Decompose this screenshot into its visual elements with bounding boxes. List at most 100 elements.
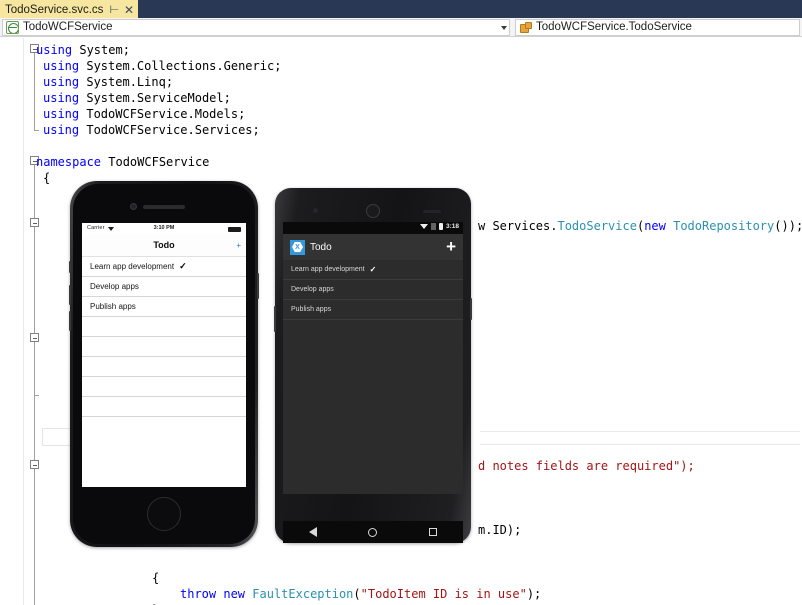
code-line: m.ID);: [478, 522, 521, 538]
list-item[interactable]: Publish apps: [82, 297, 246, 317]
pin-icon[interactable]: ⊢: [109, 1, 119, 19]
member-dropdown[interactable]: TodoWCFService.TodoService: [515, 19, 800, 36]
code-token: namespace: [36, 155, 108, 169]
recents-square-icon[interactable]: [429, 528, 437, 536]
code-token: throw: [180, 587, 223, 601]
home-circle-icon[interactable]: [368, 528, 377, 537]
code-line: using TodoWCFService.Services;: [43, 122, 260, 138]
tab-label: TodoService.svc.cs: [5, 1, 103, 19]
code-line: using TodoWCFService.Models;: [43, 106, 245, 122]
code-token: TodoWCFService.Models;: [86, 107, 245, 121]
android-proximity-sensor: [423, 210, 441, 213]
code-token: System;: [79, 43, 130, 57]
code-line: w Services.TodoService(new TodoRepositor…: [478, 218, 802, 234]
xamarin-logo: X: [290, 240, 305, 255]
iphone-power-button: [257, 273, 259, 299]
add-item-button[interactable]: +: [446, 238, 456, 255]
code-token: TodoService: [557, 219, 636, 233]
iphone-mute-switch: [69, 261, 71, 273]
app-title: Todo: [310, 242, 332, 253]
code-line: throw new FaultException("TodoItem ID is…: [180, 586, 541, 602]
code-token: {: [43, 171, 50, 185]
iphone-volume-up-button: [69, 285, 71, 305]
back-triangle-icon[interactable]: [309, 527, 317, 537]
add-item-button[interactable]: +: [236, 241, 241, 250]
editor-tab-strip: TodoService.svc.cs ⊢ ✕: [0, 0, 802, 18]
list-item-label: Develop apps: [291, 286, 334, 293]
list-item-empty: [82, 357, 246, 377]
list-item-label: Learn app development: [90, 262, 174, 271]
code-token: "TodoItem ID is in use": [361, 587, 527, 601]
android-power-button: [470, 298, 472, 320]
list-item[interactable]: Learn app development✓: [283, 260, 463, 280]
tab-todoservice-svc-cs[interactable]: TodoService.svc.cs ⊢ ✕: [0, 0, 138, 18]
iphone-earpiece-speaker: [143, 205, 185, 209]
visual-studio-window: TodoService.svc.cs ⊢ ✕ TodoWCFService To…: [0, 0, 802, 605]
code-token: m.ID);: [478, 523, 521, 537]
code-token: TodoWCFService.Services;: [86, 123, 259, 137]
code-line: {: [152, 570, 159, 586]
iphone-mockup: Carrier 3:10 PM Todo + Learn app develop…: [70, 181, 258, 547]
list-item-label: Learn app development: [291, 266, 365, 273]
android-volume-button: [274, 306, 276, 332]
iphone-todo-list[interactable]: Learn app development ✓ Develop apps Publis…: [82, 257, 246, 417]
code-token: using: [43, 59, 86, 73]
iphone-front-camera: [130, 203, 137, 210]
check-icon: ✓: [179, 261, 187, 272]
android-mockup: 3:18 X Todo + Learn app development✓ Deve…: [275, 188, 471, 543]
code-token: new: [223, 587, 252, 601]
code-token: w: [478, 219, 492, 233]
android-screen: 3:18 X Todo + Learn app development✓ Deve…: [283, 222, 463, 494]
code-token: System.Collections.Generic;: [86, 59, 281, 73]
code-token: Services.: [492, 219, 557, 233]
iphone-screen: Carrier 3:10 PM Todo + Learn app develop…: [82, 223, 246, 487]
android-earpiece-speaker: [366, 204, 380, 218]
class-puzzle-icon: [519, 21, 532, 34]
code-token: using: [43, 123, 86, 137]
android-navigation-bar: [283, 521, 463, 543]
code-token: using: [36, 43, 79, 57]
list-item[interactable]: Develop apps: [283, 280, 463, 300]
list-item[interactable]: Develop apps: [82, 277, 246, 297]
code-line: {: [43, 170, 50, 186]
code-token: using: [43, 91, 86, 105]
code-line: using System.Linq;: [43, 74, 173, 90]
code-token: ());: [774, 219, 802, 233]
chevron-down-icon[interactable]: [501, 26, 507, 30]
list-item-empty: [82, 317, 246, 337]
code-token: d notes fields are required");: [478, 459, 695, 473]
carrier-label: Carrier: [87, 225, 105, 231]
battery-icon: [439, 223, 443, 230]
list-item-empty: [82, 377, 246, 397]
xamarin-hex-letter: X: [292, 242, 303, 253]
app-title: Todo: [153, 240, 174, 250]
list-item[interactable]: Publish apps: [283, 300, 463, 320]
code-token: TodoRepository: [673, 219, 774, 233]
list-item-label: Publish apps: [90, 302, 136, 311]
service-globe-icon: [6, 21, 19, 34]
code-token: (: [353, 587, 360, 601]
list-item-empty: [82, 397, 246, 417]
code-line: namespace TodoWCFService: [36, 154, 209, 170]
list-item-label: Publish apps: [291, 306, 331, 313]
home-button[interactable]: [147, 497, 181, 531]
code-line: using System;: [36, 42, 130, 58]
code-token: new: [644, 219, 673, 233]
type-dropdown[interactable]: TodoWCFService: [2, 19, 510, 36]
list-item[interactable]: Learn app development ✓: [82, 257, 246, 277]
list-item-empty: [82, 337, 246, 357]
member-dropdown-value: TodoWCFService.TodoService: [536, 20, 692, 35]
android-app-bar: X Todo +: [283, 234, 463, 260]
android-front-camera: [313, 208, 318, 213]
navigation-bar: TodoWCFService TodoWCFService.TodoServic…: [0, 18, 802, 37]
code-token: using: [43, 107, 86, 121]
close-icon[interactable]: ✕: [124, 1, 134, 19]
android-status-bar: 3:18: [283, 222, 463, 234]
type-dropdown-value: TodoWCFService: [23, 20, 112, 35]
wifi-icon: [108, 227, 114, 231]
code-token: System.ServiceModel;: [86, 91, 231, 105]
status-icon-group: 3:18: [420, 223, 459, 230]
status-time: 3:10 PM: [154, 225, 175, 231]
code-line: d notes fields are required");: [478, 458, 695, 474]
android-todo-list[interactable]: Learn app development✓ Develop apps Publis…: [283, 260, 463, 320]
